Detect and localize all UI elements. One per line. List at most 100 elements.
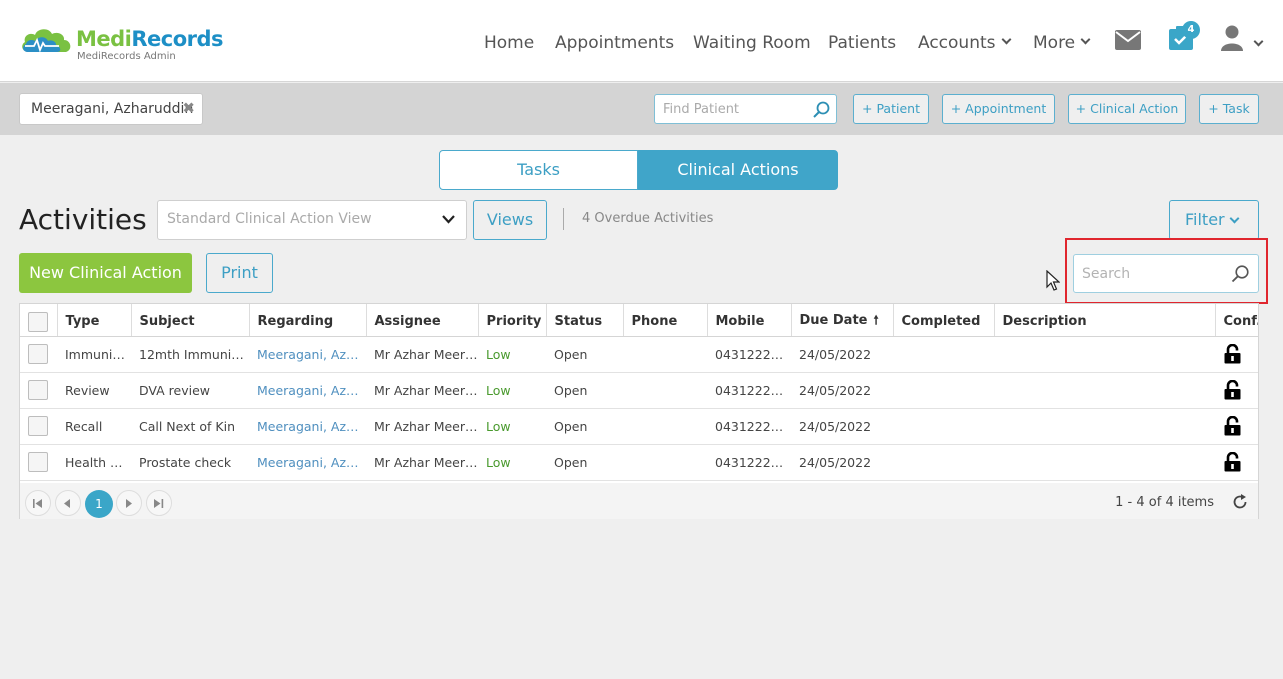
- cell-priority: Low: [478, 336, 546, 373]
- column-header-assignee[interactable]: Assignee: [365, 304, 478, 337]
- row-checkbox[interactable]: [28, 380, 48, 400]
- first-page-button[interactable]: [25, 490, 51, 516]
- select-all-checkbox[interactable]: [28, 311, 48, 332]
- table-row[interactable]: Health CheckProstate checkMeeragani, Azh…: [20, 444, 1258, 481]
- cell-description: [994, 372, 1215, 409]
- row-checkbox[interactable]: [28, 452, 48, 472]
- cell-type: Recall: [57, 408, 131, 445]
- activities-grid: Type Subject Regarding Assignee Priority…: [19, 303, 1259, 519]
- add-appointment-button[interactable]: + Appointment: [942, 94, 1055, 124]
- overdue-count: 4 Overdue Activities: [582, 211, 714, 226]
- search-icon[interactable]: [813, 101, 830, 118]
- cell-assignee: Mr Azhar Meeragani: [366, 408, 478, 445]
- lock-open-icon[interactable]: [1224, 452, 1241, 472]
- mouse-cursor-icon: [1046, 270, 1060, 291]
- lock-open-icon[interactable]: [1224, 380, 1241, 400]
- lock-open-icon[interactable]: [1224, 344, 1241, 364]
- lock-open-icon[interactable]: [1224, 416, 1241, 436]
- medirecords-logo[interactable]: MediRecords MediRecords Admin: [19, 26, 229, 66]
- cell-phone: [623, 372, 707, 409]
- column-header-description[interactable]: Description: [993, 304, 1215, 337]
- refresh-icon[interactable]: [1232, 494, 1248, 510]
- cell-phone: [623, 336, 707, 373]
- cell-phone: [623, 444, 707, 481]
- column-header-regarding[interactable]: Regarding: [248, 304, 366, 337]
- column-header-completed[interactable]: Completed: [892, 304, 994, 337]
- table-row[interactable]: Immunisation12mth ImmunisationMeeragani,…: [20, 336, 1258, 373]
- cell-regarding[interactable]: Meeragani, Azharuddin: [249, 336, 366, 373]
- column-header-priority[interactable]: Priority: [477, 304, 546, 337]
- column-header-mobile[interactable]: Mobile: [706, 304, 791, 337]
- nav-accounts[interactable]: Accounts: [918, 31, 1011, 55]
- cell-conf: [1215, 336, 1258, 373]
- chevron-down-icon[interactable]: [1253, 36, 1264, 47]
- row-checkbox[interactable]: [28, 344, 48, 364]
- activities-table: Type Subject Regarding Assignee Priority…: [20, 304, 1258, 481]
- mail-icon[interactable]: [1115, 30, 1141, 50]
- chevron-down-icon: [1229, 213, 1240, 224]
- nav-waiting-room[interactable]: Waiting Room: [693, 31, 811, 55]
- cell-conf: [1215, 372, 1258, 409]
- print-button[interactable]: Print: [206, 253, 273, 293]
- prev-page-icon: [64, 499, 70, 508]
- cell-assignee: Mr Azhar Meeragani: [366, 336, 478, 373]
- user-icon[interactable]: [1221, 25, 1243, 51]
- nav-patients[interactable]: Patients: [828, 31, 896, 55]
- row-checkbox[interactable]: [28, 416, 48, 436]
- nav-appointments[interactable]: Appointments: [555, 31, 674, 55]
- add-clinical-action-button[interactable]: + Clinical Action: [1068, 94, 1186, 124]
- filter-button[interactable]: Filter: [1169, 200, 1259, 240]
- cell-assignee: Mr Azhar Meeragani: [366, 372, 478, 409]
- last-page-button[interactable]: [146, 490, 172, 516]
- cell-status: Open: [546, 408, 623, 445]
- cell-completed: [893, 372, 994, 409]
- nav-more[interactable]: More: [1033, 31, 1091, 55]
- current-page-button[interactable]: 1: [85, 490, 113, 518]
- column-header-status[interactable]: Status: [545, 304, 623, 337]
- cell-regarding[interactable]: Meeragani, Azharuddin: [249, 372, 366, 409]
- column-header-type[interactable]: Type: [56, 304, 131, 337]
- cell-mobile: 0431222367: [707, 444, 791, 481]
- new-clinical-action-button[interactable]: New Clinical Action: [19, 253, 192, 293]
- find-patient-field[interactable]: [654, 94, 837, 124]
- tab-clinical-actions[interactable]: Clinical Actions: [638, 150, 838, 190]
- tasks-count-badge: 4: [1182, 21, 1200, 39]
- column-header-subject[interactable]: Subject: [130, 304, 249, 337]
- items-info: 1 - 4 of 4 items: [1115, 495, 1214, 510]
- sort-ascending-icon: 🠕: [873, 313, 879, 328]
- cell-subject: 12mth Immunisation: [131, 336, 249, 373]
- cell-regarding[interactable]: Meeragani, Azharuddin: [249, 444, 366, 481]
- divider: [563, 208, 564, 230]
- patient-chip[interactable]: Meeragani, Azharuddin ✖: [19, 93, 203, 125]
- search-field[interactable]: [1073, 254, 1259, 293]
- nav-home[interactable]: Home: [484, 31, 534, 55]
- cell-mobile: 0431222367: [707, 336, 791, 373]
- cell-type: Immunisation: [57, 336, 131, 373]
- add-task-button[interactable]: + Task: [1199, 94, 1259, 124]
- table-row[interactable]: RecallCall Next of KinMeeragani, Azharud…: [20, 408, 1258, 445]
- close-icon[interactable]: ✖: [182, 99, 195, 117]
- search-icon[interactable]: [1231, 265, 1249, 283]
- cell-priority: Low: [478, 372, 546, 409]
- view-select[interactable]: Standard Clinical Action View: [157, 200, 467, 240]
- cell-completed: [893, 408, 994, 445]
- patient-name: Meeragani, Azharuddin: [31, 101, 194, 117]
- cell-status: Open: [546, 444, 623, 481]
- find-patient-input[interactable]: [663, 96, 813, 122]
- column-header-due-date[interactable]: Due Date 🠕: [790, 304, 893, 337]
- tab-tasks[interactable]: Tasks: [439, 150, 638, 190]
- views-button[interactable]: Views: [473, 200, 547, 240]
- search-input[interactable]: [1082, 256, 1232, 291]
- page-title: Activities: [19, 203, 147, 236]
- cell-subject: Call Next of Kin: [131, 408, 249, 445]
- cell-regarding[interactable]: Meeragani, Azharuddin: [249, 408, 366, 445]
- add-patient-button[interactable]: + Patient: [853, 94, 929, 124]
- next-page-button[interactable]: [116, 490, 142, 516]
- column-header-conf[interactable]: Conf.: [1214, 304, 1258, 337]
- table-row[interactable]: ReviewDVA reviewMeeragani, AzharuddinMr …: [20, 372, 1258, 409]
- cell-due-date: 24/05/2022: [791, 372, 893, 409]
- prev-page-button[interactable]: [55, 490, 81, 516]
- cell-conf: [1215, 444, 1258, 481]
- column-header-phone[interactable]: Phone: [622, 304, 707, 337]
- cell-description: [994, 444, 1215, 481]
